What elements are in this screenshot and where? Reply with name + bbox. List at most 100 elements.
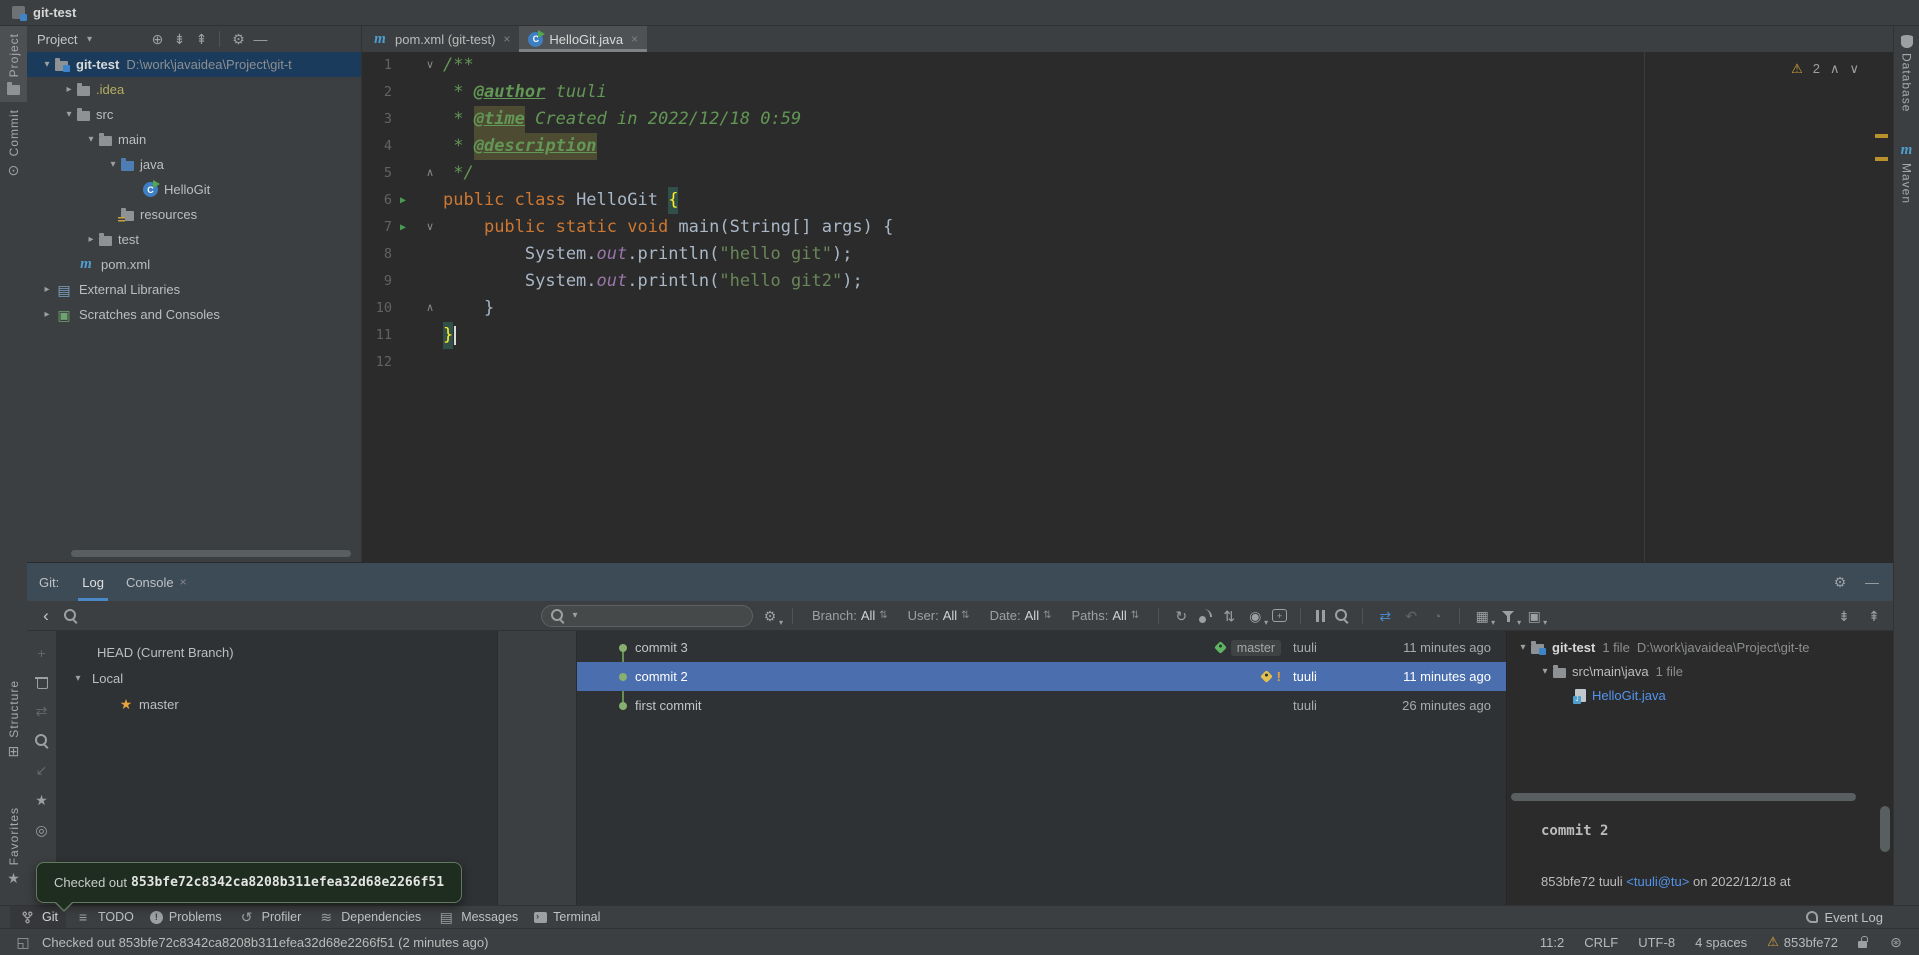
prev-issue-icon[interactable]: ∧ — [1830, 55, 1840, 82]
log-search-input[interactable]: ▾ — [541, 605, 753, 627]
filter-user[interactable]: User:All⇅ — [908, 608, 970, 623]
chevron-down-icon[interactable]: ▾ — [1537, 666, 1553, 677]
star-icon[interactable]: ★ — [33, 792, 51, 808]
layout-dropdown[interactable]: ▣ — [1525, 608, 1543, 624]
close-icon[interactable]: × — [631, 32, 638, 46]
chevron-down-icon[interactable]: ▾ — [61, 109, 77, 120]
branch-row-head-current-branch-[interactable]: HEAD (Current Branch) — [57, 639, 497, 665]
project-tree-row[interactable]: ▾git-testD:\work\javaidea\Project\git-t — [27, 52, 361, 77]
find-icon[interactable] — [34, 733, 49, 748]
project-tree-row[interactable]: ▸test — [27, 227, 361, 252]
run-icon[interactable]: ▶ — [400, 214, 406, 241]
branch-row-master[interactable]: ★master — [57, 691, 497, 717]
filter-paths[interactable]: Paths:All⇅ — [1071, 608, 1139, 623]
code-editor[interactable]: ⚠ 2 ∧ ∨ 1∨/**2 * @author tuuli3 * @time … — [362, 52, 1893, 562]
commit-row[interactable]: commit 3mastertuuli11 minutes ago — [577, 633, 1506, 662]
event-log-button[interactable]: Event Log — [1806, 910, 1883, 925]
project-tree-row[interactable]: resources — [27, 202, 361, 227]
filter-date[interactable]: Date:All⇅ — [990, 608, 1052, 623]
back-icon[interactable]: ‹ — [37, 608, 55, 624]
error-stripe-mark[interactable] — [1875, 134, 1888, 138]
git-revision-widget[interactable]: ⚠853bfe72 — [1767, 934, 1838, 950]
project-tree-row[interactable]: mpom.xml — [27, 252, 361, 277]
hide-icon[interactable]: — — [251, 31, 269, 47]
branch-row-local[interactable]: ▾Local — [57, 665, 497, 691]
project-tree-row[interactable]: ▾java — [27, 152, 361, 177]
toolwindow-button-messages[interactable]: ▤Messages — [429, 906, 526, 928]
line-ending[interactable]: CRLF — [1584, 935, 1618, 950]
stripe-button-commit[interactable]: Commit⊙ — [0, 102, 27, 184]
project-tree-row[interactable]: ▸▣Scratches and Consoles — [27, 302, 361, 327]
git-tab-console[interactable]: Console× — [115, 563, 198, 601]
plus-icon[interactable]: + — [33, 645, 51, 661]
chevron-down-icon[interactable]: ▾ — [1515, 642, 1531, 653]
toolwindow-button-terminal[interactable]: Terminal — [526, 906, 608, 928]
layout-icon[interactable]: ▣ — [1525, 608, 1543, 624]
filter-icon[interactable] — [1502, 611, 1514, 623]
settings-icon[interactable]: ⚙ — [1831, 574, 1849, 590]
undo-icon[interactable]: ↶ — [1402, 608, 1420, 624]
editor-tab-hellogit-java[interactable]: CHelloGit.java× — [519, 26, 647, 52]
patch-icon[interactable] — [1272, 609, 1287, 622]
stripe-button-project[interactable]: Project — [0, 26, 27, 102]
changed-file-row[interactable]: HelloGit.java — [1507, 683, 1893, 707]
fold-icon[interactable]: ∨ — [426, 214, 434, 241]
filter-branch[interactable]: Branch:All⇅ — [812, 608, 888, 623]
pause-icon[interactable] — [1314, 610, 1326, 622]
chevron-right-icon[interactable]: ▸ — [61, 84, 77, 95]
indent-setting[interactable]: 4 spaces — [1695, 935, 1747, 950]
eye-dropdown[interactable]: ◉ — [1246, 608, 1264, 624]
settings-icon[interactable]: ⚙ — [229, 31, 247, 47]
chevron-right-icon[interactable]: ▸ — [39, 309, 55, 320]
commit-row[interactable]: first committuuli26 minutes ago — [577, 691, 1506, 720]
expand-all-icon[interactable]: ⇟ — [1835, 608, 1853, 624]
project-hscrollbar[interactable] — [71, 550, 351, 557]
eye-icon[interactable]: ◉ — [1246, 608, 1264, 624]
git-tab-log[interactable]: Log — [71, 563, 115, 601]
chevron-right-icon[interactable]: ▸ — [83, 234, 99, 245]
locate-icon[interactable]: ⊕ — [148, 31, 166, 47]
encoding[interactable]: UTF-8 — [1638, 935, 1675, 950]
project-tree-row[interactable]: ▸▤External Libraries — [27, 277, 361, 302]
details-hscrollbar[interactable] — [1511, 793, 1856, 801]
chevron-right-icon[interactable]: ▸ — [39, 284, 55, 295]
filter-dropdown[interactable] — [1499, 608, 1517, 624]
next-issue-icon[interactable]: ∨ — [1849, 55, 1859, 82]
project-tree-row[interactable]: ▸.idea — [27, 77, 361, 102]
stripe-button-maven[interactable]: mMaven — [1894, 135, 1919, 211]
globe-icon[interactable]: ⊛ — [1887, 934, 1905, 950]
find-icon[interactable] — [1334, 608, 1349, 623]
target-icon[interactable]: ◎ — [33, 822, 51, 838]
cherry-pick-icon[interactable] — [1198, 609, 1212, 623]
toolwindow-button-todo[interactable]: ≡TODO — [66, 906, 142, 928]
toolwindow-toggle-icon[interactable]: ◱ — [14, 934, 32, 950]
arrow-icon[interactable]: ↙ — [33, 762, 51, 778]
sort-icon[interactable]: ⇅ — [1220, 608, 1238, 624]
trash-icon[interactable] — [36, 677, 47, 689]
toolwindow-button-problems[interactable]: Problems — [142, 906, 230, 928]
changed-file-row[interactable]: ▾git-test1 fileD:\work\javaidea\Project\… — [1507, 635, 1893, 659]
project-tree-row[interactable]: CHelloGit — [27, 177, 361, 202]
stripe-button-favorites[interactable]: Favorites★ — [5, 800, 23, 893]
close-icon[interactable]: × — [180, 575, 187, 589]
grid-dropdown[interactable]: ▦ — [1473, 608, 1491, 624]
collapse-all-icon[interactable]: ⇞ — [192, 31, 210, 47]
toolwindow-button-profiler[interactable]: ↺Profiler — [230, 906, 310, 928]
find-icon[interactable] — [63, 608, 78, 623]
fold-icon[interactable]: ∧ — [426, 160, 434, 187]
inspection-widget[interactable]: ⚠ 2 ∧ ∨ — [1791, 55, 1859, 82]
expand-all-icon[interactable]: ⇟ — [170, 31, 188, 47]
stripe-button-structure[interactable]: Structure⊞ — [5, 673, 23, 766]
close-icon[interactable]: × — [503, 32, 510, 46]
commit-row[interactable]: commit 2!tuuli11 minutes ago — [577, 662, 1506, 691]
stripe-button-database[interactable]: Database — [1894, 28, 1919, 119]
caret-position[interactable]: 11:2 — [1540, 935, 1564, 950]
project-tree-row[interactable]: ▾src — [27, 102, 361, 127]
chevron-down-icon[interactable]: ▾ — [83, 134, 99, 145]
grid-icon[interactable]: ▦ — [1473, 608, 1491, 624]
details-vscrollbar[interactable] — [1880, 806, 1890, 852]
lock-icon[interactable] — [1858, 941, 1867, 948]
jump-icon[interactable]: ⇄ — [1376, 608, 1394, 624]
chevron-down-icon[interactable]: ▾ — [39, 59, 55, 70]
project-view-selector[interactable]: Project ▾ — [37, 32, 97, 47]
